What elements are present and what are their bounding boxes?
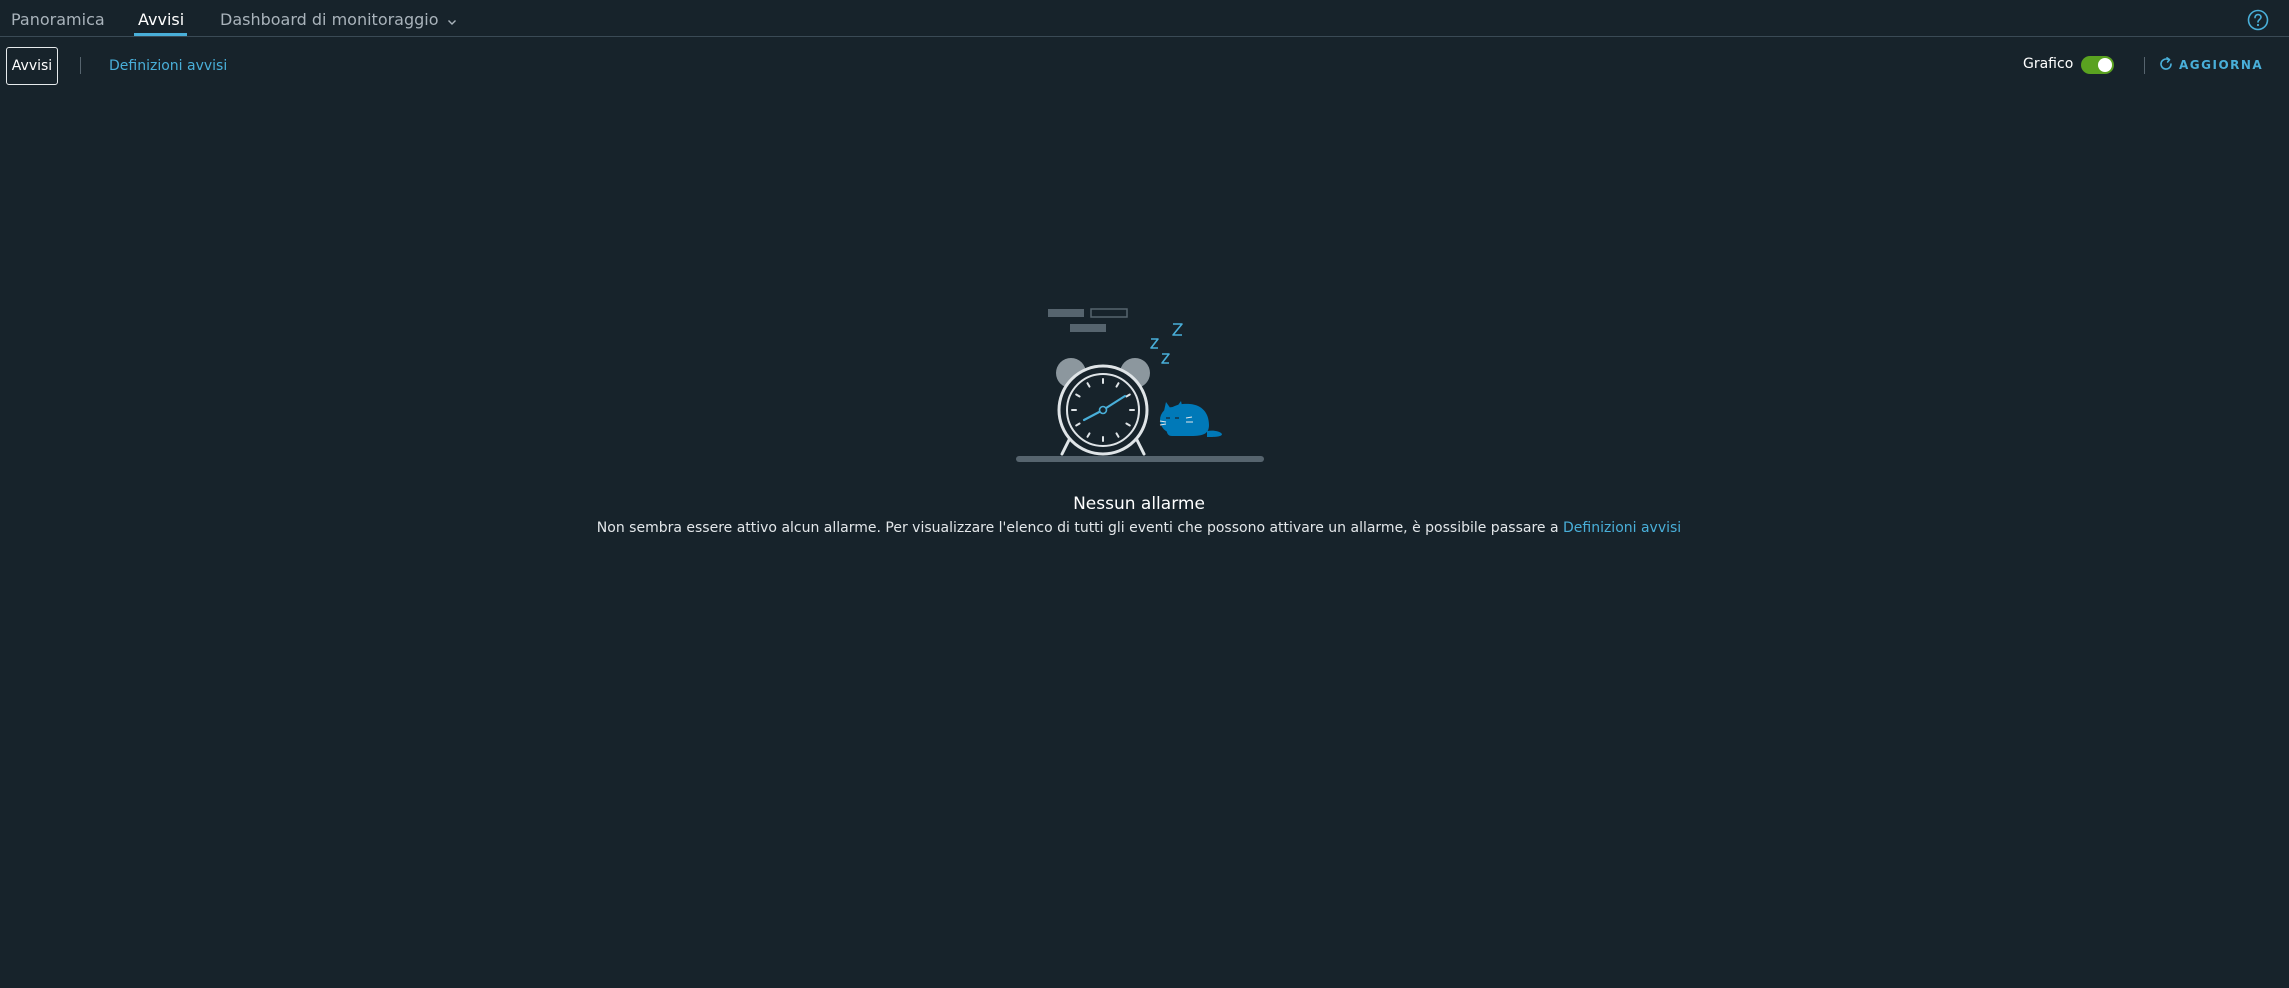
refresh-button[interactable]: AGGIORNA [2158,56,2263,74]
alarm-clock-cat-illustration [1016,308,1264,462]
empty-state-description: Non sembra essere attivo alcun allarme. … [0,520,2278,536]
refresh-icon [2158,56,2174,75]
active-tab-indicator [134,33,187,36]
grafico-toggle[interactable] [2081,56,2114,74]
grafico-toggle-label: Grafico [2023,56,2074,72]
toggle-knob [2098,58,2112,72]
help-circle-icon[interactable] [2247,9,2269,31]
definizioni-avvisi-inline-link[interactable]: Definizioni avvisi [1563,520,1681,536]
tab-avvisi[interactable]: Avvisi [138,10,184,29]
empty-state-text: Non sembra essere attivo alcun allarme. … [596,520,1559,536]
sleeping-alarm-illustration [1010,303,1280,468]
tab-dashboard-monitoraggio[interactable]: Dashboard di monitoraggio [220,10,457,30]
empty-state-title: Nessun allarme [1073,494,1205,514]
avvisi-button[interactable]: Avvisi [6,47,58,85]
toolbar-divider [80,57,81,74]
tab-panoramica[interactable]: Panoramica [11,10,105,29]
chevron-down-icon [447,11,457,30]
refresh-label: AGGIORNA [2179,58,2264,72]
tab-dashboard-label: Dashboard di monitoraggio [220,10,439,29]
toolbar-divider-right [2144,57,2145,74]
top-tab-bar: Panoramica Avvisi Dashboard di monitorag… [0,0,2289,37]
definizioni-avvisi-link[interactable]: Definizioni avvisi [109,58,227,74]
